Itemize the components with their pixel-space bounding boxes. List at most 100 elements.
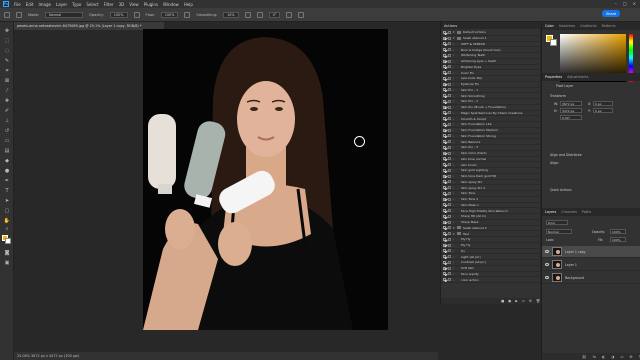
- blur-tool-icon[interactable]: ◆: [3, 158, 11, 165]
- dialog-toggle-icon[interactable]: [448, 82, 451, 86]
- dodge-tool-icon[interactable]: ●: [3, 168, 11, 175]
- chevron-icon[interactable]: ›: [453, 111, 457, 115]
- checkmark-icon[interactable]: [443, 99, 446, 103]
- checkmark-icon[interactable]: [443, 209, 446, 213]
- dialog-toggle-icon[interactable]: [448, 226, 451, 230]
- record-icon[interactable]: ●: [508, 299, 511, 303]
- dialog-toggle-icon[interactable]: [448, 151, 451, 155]
- quick-mask-icon[interactable]: ◙: [3, 250, 11, 257]
- dialog-toggle-icon[interactable]: [448, 191, 451, 195]
- new-action-icon[interactable]: ⊞: [529, 299, 532, 303]
- layer-row[interactable]: Layer 1: [542, 259, 640, 271]
- chevron-icon[interactable]: ›: [453, 128, 457, 132]
- dialog-toggle-icon[interactable]: [448, 30, 451, 34]
- angle-field[interactable]: 0°: [268, 11, 281, 18]
- checkmark-icon[interactable]: [443, 157, 446, 161]
- chevron-icon[interactable]: ›: [453, 48, 457, 52]
- chevron-icon[interactable]: ›: [453, 168, 457, 172]
- fill-field[interactable]: 100%: [610, 237, 626, 242]
- checkmark-icon[interactable]: [443, 249, 446, 253]
- history-brush-tool-icon[interactable]: ↺: [3, 128, 11, 135]
- checkmark-icon[interactable]: [443, 140, 446, 144]
- checkmark-icon[interactable]: [443, 36, 446, 40]
- checkmark-icon[interactable]: [443, 203, 446, 207]
- dialog-toggle-icon[interactable]: [448, 174, 451, 178]
- dialog-toggle-icon[interactable]: [448, 278, 451, 282]
- layer-opacity-field[interactable]: 100%: [610, 229, 626, 234]
- menu-image[interactable]: Image: [38, 2, 51, 7]
- chevron-icon[interactable]: ›: [453, 180, 457, 184]
- checkmark-icon[interactable]: [443, 42, 446, 46]
- dialog-toggle-icon[interactable]: [448, 59, 451, 63]
- mask-icon[interactable]: ◐: [602, 355, 605, 359]
- dialog-toggle-icon[interactable]: [448, 53, 451, 57]
- path-select-tool-icon[interactable]: ➤: [3, 198, 11, 205]
- trash-icon[interactable]: 🗑: [536, 299, 540, 303]
- chevron-icon[interactable]: ›: [453, 209, 457, 213]
- height-field[interactable]: 3472 px: [560, 108, 582, 113]
- color-panel-background[interactable]: [550, 39, 557, 46]
- checkmark-icon[interactable]: [443, 266, 446, 270]
- dialog-toggle-icon[interactable]: [448, 111, 451, 115]
- dialog-toggle-icon[interactable]: [448, 145, 451, 149]
- quick-actions-section[interactable]: Quick Actions: [550, 188, 572, 192]
- dialog-toggle-icon[interactable]: [448, 94, 451, 98]
- dialog-toggle-icon[interactable]: [448, 186, 451, 190]
- tab-channels[interactable]: Channels: [561, 210, 577, 214]
- chevron-icon[interactable]: ›: [453, 145, 457, 149]
- play-icon[interactable]: ▶: [515, 299, 518, 303]
- checkmark-icon[interactable]: [443, 214, 446, 218]
- checkmark-icon[interactable]: [443, 237, 446, 241]
- screen-mode-icon[interactable]: ▣: [3, 260, 11, 267]
- dialog-toggle-icon[interactable]: [448, 105, 451, 109]
- tab-gradients[interactable]: Gradients: [580, 24, 597, 28]
- hand-tool-icon[interactable]: ✋: [3, 218, 11, 225]
- dialog-toggle-icon[interactable]: [448, 272, 451, 276]
- chevron-icon[interactable]: ›: [453, 243, 457, 247]
- dialog-toggle-icon[interactable]: [448, 48, 451, 52]
- checkmark-icon[interactable]: [443, 151, 446, 155]
- tab-paths[interactable]: Paths: [582, 210, 591, 214]
- dialog-toggle-icon[interactable]: [448, 122, 451, 126]
- checkmark-icon[interactable]: [443, 53, 446, 57]
- menu-layer[interactable]: Layer: [56, 2, 67, 7]
- group-icon[interactable]: ▭: [620, 355, 623, 359]
- brush-preset-icon[interactable]: [16, 11, 22, 18]
- chevron-icon[interactable]: ›: [453, 88, 457, 92]
- lasso-tool-icon[interactable]: ◌: [3, 48, 11, 55]
- mode-select[interactable]: Normal: [45, 11, 84, 18]
- checkmark-icon[interactable]: [443, 94, 446, 98]
- symmetry-icon[interactable]: [298, 11, 305, 18]
- chevron-icon[interactable]: ›: [453, 53, 457, 57]
- eye-icon[interactable]: [545, 250, 549, 253]
- new-set-icon[interactable]: ▭: [522, 299, 525, 303]
- checkmark-icon[interactable]: [443, 278, 446, 282]
- chevron-icon[interactable]: ›: [453, 203, 457, 207]
- dialog-toggle-icon[interactable]: [448, 255, 451, 259]
- adjustment-icon[interactable]: ◑: [611, 355, 614, 359]
- chevron-icon[interactable]: ›: [453, 76, 457, 80]
- menu-type[interactable]: Type: [72, 2, 81, 7]
- menu-help[interactable]: Help: [184, 2, 193, 7]
- menu-select[interactable]: Select: [86, 2, 98, 7]
- dialog-toggle-icon[interactable]: [448, 134, 451, 138]
- dialog-toggle-icon[interactable]: [448, 36, 451, 40]
- type-tool-icon[interactable]: T: [3, 188, 11, 195]
- airbrush-icon[interactable]: [184, 11, 191, 18]
- dialog-toggle-icon[interactable]: [448, 266, 451, 270]
- checkmark-icon[interactable]: [443, 82, 446, 86]
- dialog-toggle-icon[interactable]: [448, 237, 451, 241]
- checkmark-icon[interactable]: [443, 197, 446, 201]
- checkmark-icon[interactable]: [443, 145, 446, 149]
- chevron-icon[interactable]: ›: [453, 249, 457, 253]
- transform-section[interactable]: Transform: [550, 94, 566, 98]
- maximize-icon[interactable]: □: [623, 1, 627, 6]
- chevron-icon[interactable]: ›: [453, 214, 457, 218]
- checkmark-icon[interactable]: [443, 128, 446, 132]
- dialog-toggle-icon[interactable]: [448, 76, 451, 80]
- tab-layers[interactable]: Layers: [545, 210, 556, 214]
- chevron-icon[interactable]: ›: [453, 42, 457, 46]
- close-icon[interactable]: ×: [633, 1, 636, 6]
- chevron-icon[interactable]: ›: [453, 117, 457, 121]
- shape-tool-icon[interactable]: ▢: [3, 208, 11, 215]
